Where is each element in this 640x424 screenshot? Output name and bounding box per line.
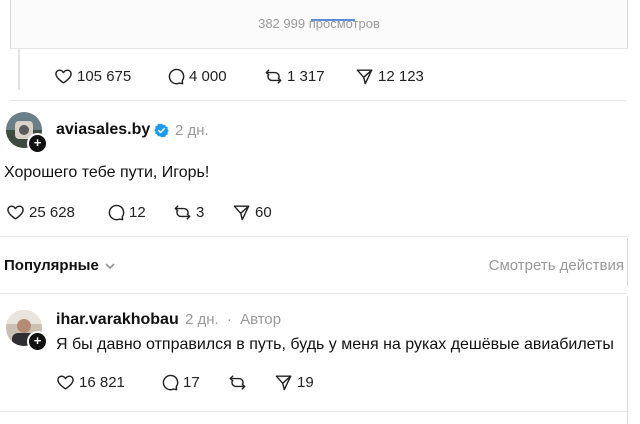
repost-count: 1 317 [287,68,325,85]
heart-icon [55,69,72,84]
repost-icon [174,205,191,220]
post-text: Я бы давно отправился в путь, будь у мен… [56,336,614,353]
share-button[interactable]: 60 [232,203,272,222]
username[interactable]: ihar.varakhobau [56,311,179,329]
top-post-card: 382 999 просмотров [10,0,628,49]
like-count: 105 675 [77,68,132,85]
share-count: 12 123 [378,68,424,85]
post-text: Хорошего тебе пути, Игорь! [4,164,210,181]
like-button[interactable]: 16 821 [56,373,160,392]
author-tag: Автор [240,311,282,328]
reply-button[interactable]: 12 [106,203,173,222]
repost-icon [265,69,282,84]
divider [0,411,627,412]
reply-button[interactable]: 4 000 [166,67,264,86]
divider [0,293,627,294]
like-button[interactable]: 25 628 [6,203,106,222]
see-activity-link[interactable]: Смотреть действия [489,257,624,274]
post-time: 2 дн. [185,311,219,328]
share-count: 19 [297,374,314,391]
thread-line [18,48,20,90]
username[interactable]: aviasales.by [56,121,150,139]
reply-1-actions: 25 628 12 3 60 [6,203,272,222]
threads-page: 382 999 просмотров 105 675 4 000 1 317 1… [0,0,640,424]
heart-icon [7,205,24,220]
sort-dropdown[interactable]: Популярные [4,257,116,274]
like-count: 25 628 [29,204,75,221]
divider [0,236,627,237]
views-count: 382 999 просмотров [258,16,380,31]
frame-border [627,296,628,424]
verified-icon [154,123,169,138]
reply-count: 17 [183,374,200,391]
comment-icon [168,68,185,85]
meta-separator: · [226,311,232,328]
send-icon [233,205,250,221]
send-icon [356,69,373,85]
follow-plus-icon[interactable]: + [27,133,48,154]
repost-button[interactable]: 1 317 [264,67,355,86]
share-count: 60 [255,204,272,221]
like-count: 16 821 [79,374,125,391]
post-meta: 2 дн. · Автор [185,311,281,328]
reply-button[interactable]: 17 [160,373,228,392]
like-button[interactable]: 105 675 [54,67,166,86]
chevron-down-icon [105,262,115,269]
reply-count: 12 [129,204,146,221]
share-button[interactable]: 19 [274,373,314,392]
share-button[interactable]: 12 123 [355,67,424,86]
heart-icon [57,375,74,390]
post-time: 2 дн. [175,122,209,139]
frame-border [627,238,628,286]
repost-icon [229,375,246,390]
follow-plus-icon[interactable]: + [27,331,48,352]
reply-2-actions: 16 821 17 19 [56,373,314,392]
repost-button[interactable] [228,373,274,392]
avatar[interactable]: + [6,112,48,154]
reply-count: 4 000 [189,68,227,85]
repost-count: 3 [196,204,205,221]
divider [10,100,626,101]
send-icon [275,375,292,391]
comment-icon [162,374,179,391]
sort-label: Популярные [4,257,99,274]
avatar[interactable]: + [6,310,48,352]
repost-button[interactable]: 3 [173,203,232,222]
comment-icon [108,204,125,221]
top-post-actions: 105 675 4 000 1 317 12 123 [54,67,424,86]
